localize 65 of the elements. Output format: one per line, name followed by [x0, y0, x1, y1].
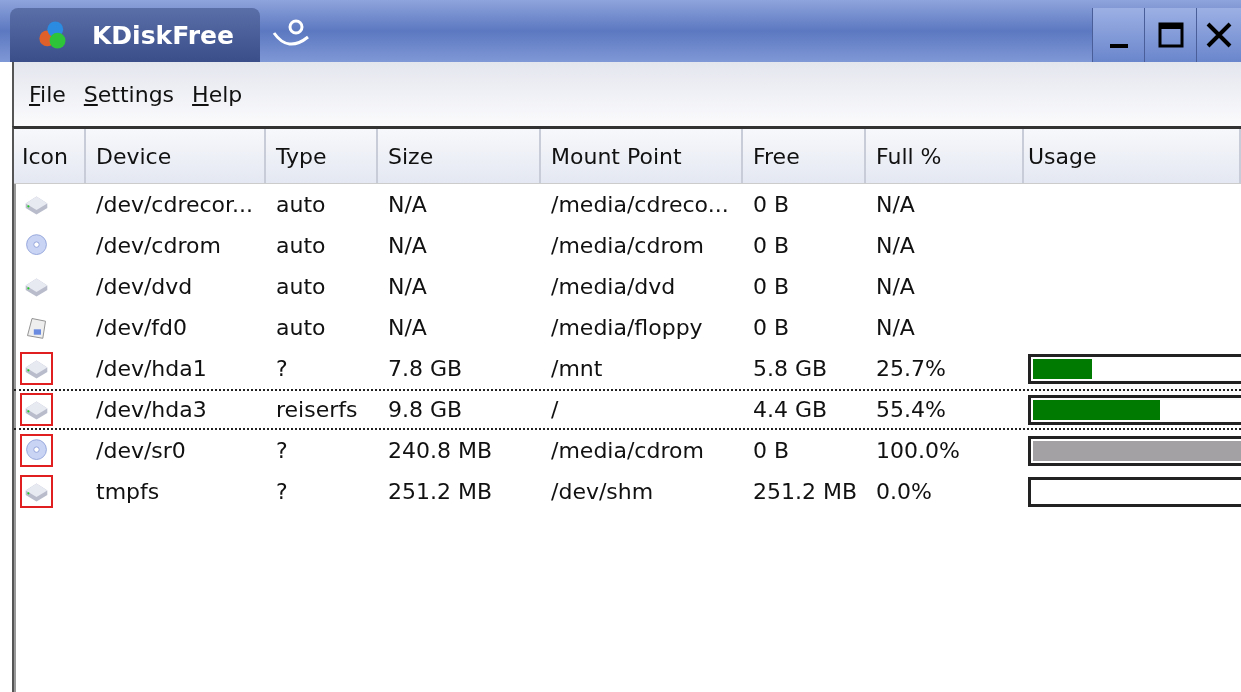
table-cell-text: auto [275, 315, 327, 340]
table-cell-text: /dev/cdrecor... [95, 192, 255, 217]
table-cell-text: 240.8 MB [387, 438, 494, 463]
window-title: KDiskFree [92, 20, 234, 50]
menu-item[interactable]: File [29, 81, 66, 107]
minimize-icon [1109, 44, 1128, 48]
menu-item[interactable]: Settings [83, 81, 175, 107]
column-header[interactable]: Device [86, 129, 266, 183]
table-cell-text: /dev/shm [550, 479, 655, 504]
close-button[interactable] [1196, 8, 1241, 62]
table-cell-text: auto [275, 274, 327, 299]
column-header[interactable]: Full % [866, 129, 1024, 183]
table-cell-text: 0.0% [875, 479, 933, 504]
table-cell-text: N/A [875, 315, 916, 340]
table-cell-text: /media/cdrom [550, 233, 705, 258]
column-header[interactable]: Type [266, 129, 378, 183]
column-header[interactable]: Usage [1024, 129, 1241, 183]
table-cell-text: 4.4 GB [752, 397, 829, 422]
table-cell-text: reiserfs [275, 397, 359, 422]
table-cell-text: /media/cdrom [550, 438, 705, 463]
table-cell-text: /dev/fd0 [95, 315, 189, 340]
table-cell-text: N/A [875, 274, 916, 299]
table-cell-text: ? [275, 356, 289, 381]
table-cell-text: 55.4% [875, 397, 947, 422]
column-header[interactable]: Icon [14, 129, 86, 183]
table-cell-text: tmpfs [95, 479, 161, 504]
column-header[interactable]: Free [743, 129, 866, 183]
table-cell-text: N/A [387, 315, 428, 340]
table-cell-text: auto [275, 233, 327, 258]
table-cell-text: auto [275, 192, 327, 217]
table-cell-text: / [550, 397, 560, 422]
table-cell-text: 251.2 MB [387, 479, 494, 504]
table-cell-text: N/A [875, 192, 916, 217]
table-cell-text: /media/dvd [550, 274, 677, 299]
close-icon [1204, 20, 1234, 50]
table-cell-text: 5.8 GB [752, 356, 829, 381]
table-cell-text: ? [275, 479, 289, 504]
table-cell-text: 100.0% [875, 438, 961, 463]
table-cell-text: 251.2 MB [752, 479, 859, 504]
column-header[interactable]: Mount Point [541, 129, 743, 183]
menu-item[interactable]: Help [192, 81, 243, 107]
table-cell-text: 25.7% [875, 356, 947, 381]
table-cell-text: /dev/hda1 [95, 356, 208, 381]
table-cell-text: 0 B [752, 315, 791, 340]
table-cell-text: /mnt [550, 356, 604, 381]
minimize-button[interactable] [1092, 8, 1144, 62]
table-cell-text: 0 B [752, 274, 791, 299]
maximize-button[interactable] [1144, 8, 1196, 62]
table-cell-text: /media/floppy [550, 315, 704, 340]
table-cell-text: /dev/sr0 [95, 438, 187, 463]
table-cell-text: /media/cdreco... [550, 192, 730, 217]
table-cell-text: N/A [387, 192, 428, 217]
table-cell-text: /dev/cdrom [95, 233, 222, 258]
column-header[interactable]: Size [378, 129, 541, 183]
table-cell-text: 9.8 GB [387, 397, 464, 422]
table-cell-text: N/A [387, 274, 428, 299]
table-cell-text: 7.8 GB [387, 356, 464, 381]
table-cell-text: 0 B [752, 233, 791, 258]
table-cell-text: ? [275, 438, 289, 463]
table-cell-text: /dev/hda3 [95, 397, 208, 422]
table-cell-text: /dev/dvd [95, 274, 194, 299]
table-cell-text: N/A [875, 233, 916, 258]
table-cell-text: N/A [387, 233, 428, 258]
table-cell-text: 0 B [752, 192, 791, 217]
table-cell-text: 0 B [752, 438, 791, 463]
